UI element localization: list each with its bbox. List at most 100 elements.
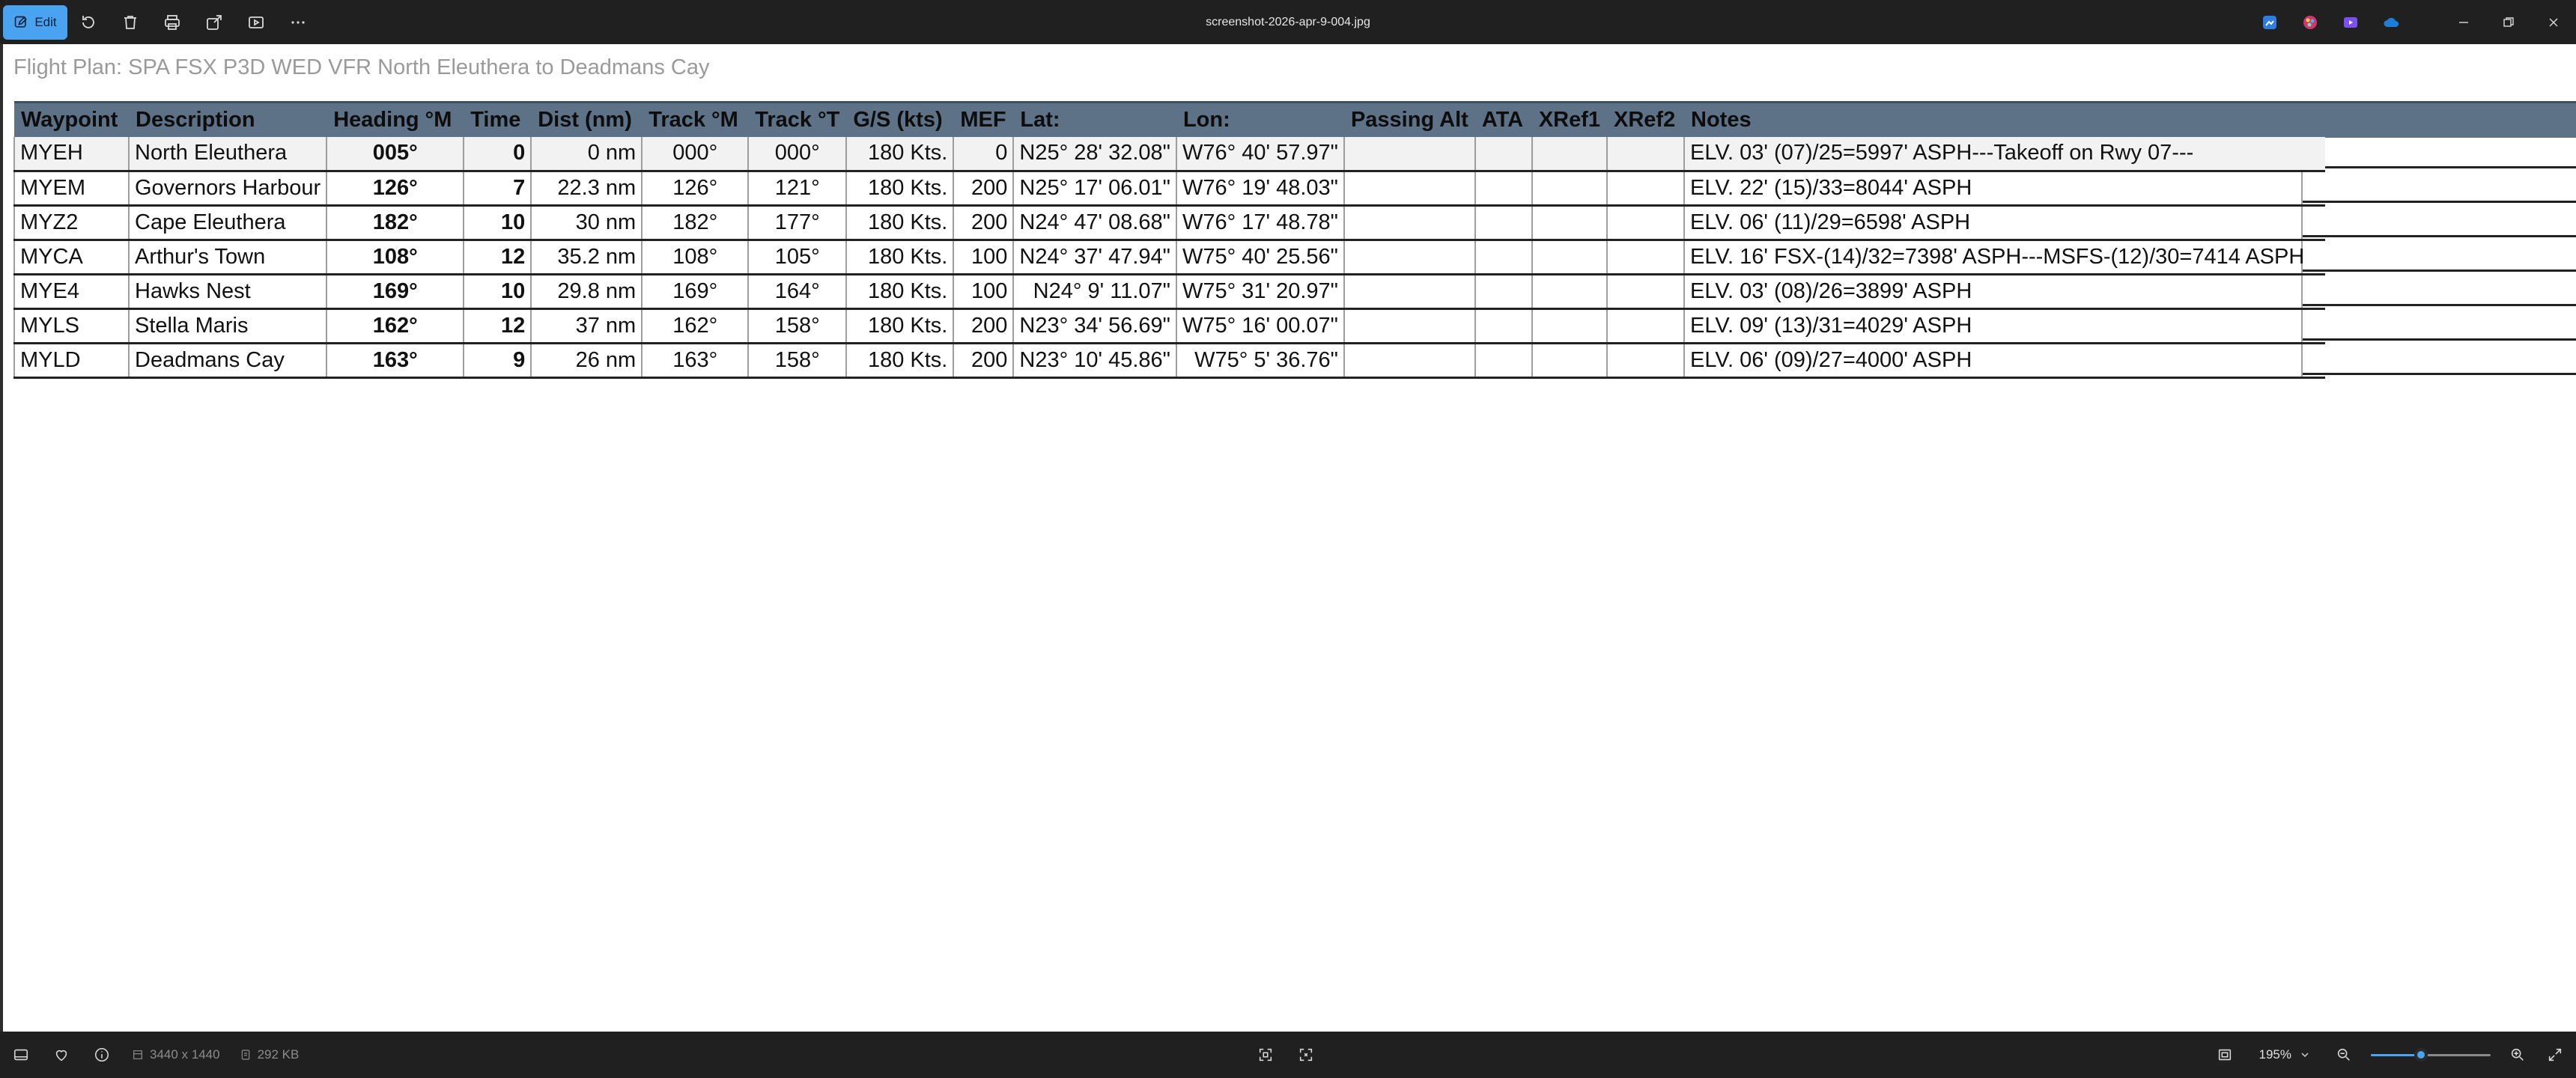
cell-mef: 200: [953, 308, 1014, 344]
rotate-icon: [82, 15, 94, 28]
favorite-button[interactable]: [51, 1044, 72, 1065]
more-button[interactable]: [277, 5, 319, 40]
column-header-latitude: Lat:: [1013, 101, 1176, 137]
column-header-passing-alt: Passing Alt: [1343, 101, 1475, 137]
cell-description: Cape Eleuthera: [127, 205, 327, 241]
cell-xref2: [1606, 274, 1685, 310]
cell-mef: 200: [953, 205, 1014, 241]
cell-time: 12: [463, 240, 532, 275]
zoom-slider-thumb[interactable]: [2414, 1048, 2428, 1062]
cell-waypoint: MYEH: [13, 136, 129, 172]
zoom-slider[interactable]: [2371, 1045, 2491, 1065]
cell-latitude: N24° 47' 08.68": [1012, 205, 1176, 241]
app-shortcut-2[interactable]: [2290, 0, 2330, 44]
zoom-in-button[interactable]: [2507, 1044, 2528, 1065]
column-header-xref2: XRef2: [1607, 101, 1685, 137]
cell-track-t: 121°: [747, 171, 847, 207]
fit-screen-icon: [2218, 1049, 2231, 1061]
dimensions-icon: [133, 1050, 142, 1059]
cell-ground-speed: 180 Kts.: [845, 274, 954, 310]
cell-longitude: W75° 31' 20.97": [1175, 274, 1344, 310]
cell-time: 12: [463, 308, 532, 344]
cell-description: Deadmans Cay: [127, 343, 327, 379]
cell-time: 10: [463, 205, 532, 241]
slideshow-button[interactable]: [235, 5, 277, 40]
cell-description: North Eleuthera: [127, 136, 327, 172]
cell-description: Hawks Nest: [127, 274, 327, 310]
cell-longitude: W75° 5' 36.76": [1175, 343, 1344, 379]
cell-heading-m: 005°: [326, 136, 464, 172]
cell-track-m: 162°: [641, 308, 749, 344]
share-button[interactable]: [193, 5, 235, 40]
edit-button[interactable]: Edit: [3, 4, 67, 40]
zoom-out-button[interactable]: [2333, 1044, 2354, 1065]
cell-longitude: W75° 40' 25.56": [1175, 240, 1344, 275]
minimize-icon: [2459, 21, 2468, 23]
edit-icon: [15, 16, 28, 28]
heart-icon: [55, 1050, 67, 1062]
app-shortcut-1[interactable]: [2250, 0, 2290, 44]
cell-xref1: [1531, 171, 1608, 207]
column-header-mef: MEF: [953, 101, 1014, 137]
cell-track-t: 158°: [747, 308, 847, 344]
cell-distance: 35.2 nm: [530, 240, 643, 275]
rotate-button[interactable]: [67, 5, 109, 40]
cell-ata: [1474, 240, 1532, 275]
title-bar: Edit screenshot-2026-apr-9-004.jpg: [0, 0, 2576, 44]
table-body: MYEH North Eleuthera 005° 0 0 nm 000° 000° 180 …: [13, 136, 2326, 379]
restore-button[interactable]: [2486, 0, 2531, 44]
fit-to-window-button[interactable]: [1255, 1044, 1276, 1065]
close-button[interactable]: [2531, 0, 2576, 44]
edit-label: Edit: [34, 14, 57, 29]
cell-latitude: N24° 37' 47.94": [1012, 240, 1176, 275]
app-shortcut-4[interactable]: [2371, 0, 2411, 44]
filmstrip-button[interactable]: [10, 1044, 31, 1065]
cell-track-t: 177°: [747, 205, 847, 241]
cell-track-t: 164°: [747, 274, 847, 310]
print-icon: [165, 14, 180, 30]
status-bar-right: 195%: [2214, 1032, 2566, 1078]
app-shortcut-3[interactable]: [2330, 0, 2371, 44]
status-bar-center: [1255, 1032, 1316, 1078]
info-button[interactable]: [91, 1044, 112, 1065]
column-header-heading-m: Heading °M: [326, 101, 464, 137]
cell-heading-m: 108°: [326, 240, 464, 275]
cell-track-t: 105°: [747, 240, 847, 275]
cell-distance: 26 nm: [530, 343, 643, 379]
cell-xref2: [1606, 171, 1685, 207]
cell-time: 9: [463, 343, 532, 379]
column-header-time: Time: [464, 101, 532, 137]
cell-latitude: N25° 28' 32.08": [1012, 136, 1176, 172]
fit-window-icon: [1259, 1048, 1272, 1062]
cell-latitude: N23° 10' 45.86": [1012, 343, 1176, 379]
delete-button[interactable]: [109, 5, 151, 40]
cell-ground-speed: 180 Kts.: [845, 136, 954, 172]
fit-screen-button[interactable]: [2214, 1044, 2235, 1065]
cell-distance: 30 nm: [530, 205, 643, 241]
image-canvas[interactable]: Flight Plan: SPA FSX P3D WED VFR North E…: [0, 44, 2576, 1032]
actual-size-button[interactable]: [1295, 1044, 1316, 1065]
print-button[interactable]: [151, 5, 193, 40]
cloud-icon: [2384, 17, 2399, 27]
cell-mef: 100: [953, 240, 1014, 275]
cell-waypoint: MYEM: [13, 171, 129, 207]
cell-ata: [1474, 343, 1532, 379]
flight-plan-title: Flight Plan: SPA FSX P3D WED VFR North E…: [13, 55, 710, 79]
cell-latitude: N23° 34' 56.69": [1012, 308, 1176, 344]
cell-ground-speed: 180 Kts.: [845, 343, 954, 379]
actual-size-icon: [1299, 1048, 1313, 1062]
fullscreen-button[interactable]: [2545, 1044, 2566, 1065]
cell-longitude: W76° 19' 48.03": [1175, 171, 1344, 207]
cell-heading-m: 163°: [326, 343, 464, 379]
cell-track-m: 126°: [641, 171, 749, 207]
zoom-level-dropdown[interactable]: 195%: [2252, 1041, 2317, 1068]
chevron-down-icon: [2301, 1053, 2309, 1058]
fullscreen-icon: [2548, 1048, 2562, 1062]
cell-waypoint: MYCA: [13, 240, 129, 275]
cell-track-m: 182°: [641, 205, 749, 241]
cell-mef: 200: [953, 343, 1014, 379]
minimize-button[interactable]: [2441, 0, 2486, 44]
zoom-out-icon: [2337, 1048, 2350, 1061]
cell-time: 7: [463, 171, 532, 207]
file-size-icon: [241, 1050, 249, 1060]
